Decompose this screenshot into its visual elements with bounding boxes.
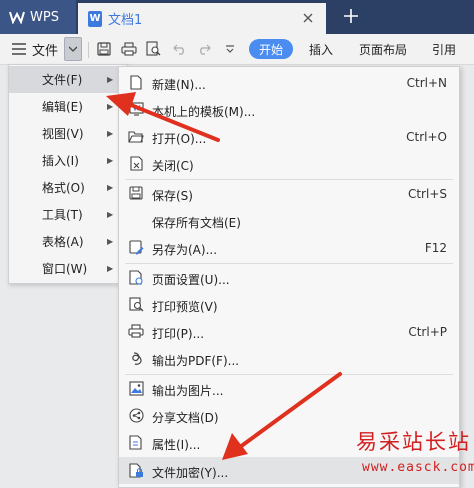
menu-item-save-all[interactable]: 保存所有文档(E) [119, 207, 459, 234]
menu-item-label: 保存(S) [152, 189, 193, 203]
main-menu-item-insert[interactable]: 插入(I) ▶ [9, 147, 127, 174]
menu-item-label: 本机上的模板(M)... [152, 105, 256, 119]
submenu-arrow-icon: ▶ [107, 156, 114, 165]
save-icon [128, 185, 144, 201]
menu-item-local-templates[interactable]: 本机上的模板(M)... [119, 96, 459, 123]
tab-start[interactable]: 开始 [249, 39, 293, 59]
menu-item-label: 输出为图片... [152, 384, 224, 398]
main-menu-item-file[interactable]: 文件(F) ▶ [9, 66, 127, 93]
quick-toolbar: 文件 开始 插入 页面布局 引用 [0, 34, 474, 65]
submenu-arrow-icon: ▶ [107, 210, 114, 219]
template-icon [128, 101, 144, 117]
tab-wps-label: WPS [30, 9, 59, 25]
tab-page-layout[interactable]: 页面布局 [359, 41, 407, 58]
menu-item-label: 页面设置(U)... [152, 273, 230, 287]
main-menu-item-format[interactable]: 格式(O) ▶ [9, 174, 127, 201]
menu-item-label: 打印预览(V) [152, 300, 218, 314]
main-menu: 文件(F) ▶ 编辑(E) ▶ 视图(V) ▶ 插入(I) ▶ 格式(O) ▶ 工具(T)… [8, 64, 128, 284]
close-doc-icon [128, 155, 144, 171]
menu-item-shortcut: Ctrl+P [408, 325, 447, 339]
redo-icon[interactable] [196, 41, 212, 57]
submenu-arrow-icon: ▶ [107, 237, 114, 246]
menu-item-label: 保存所有文档(E) [152, 216, 241, 230]
main-menu-item-table[interactable]: 表格(A) ▶ [9, 228, 127, 255]
submenu-arrow-icon: ▶ [107, 264, 114, 273]
menu-item-label: 输出为PDF(F)... [152, 354, 240, 368]
main-menu-item-label: 窗口(W) [42, 262, 88, 276]
menu-dropdown-caret-icon[interactable] [64, 37, 82, 61]
menu-item-shortcut: F12 [424, 241, 447, 255]
wps-logo-icon [9, 9, 25, 25]
menu-item-print-preview[interactable]: 打印预览(V) [119, 291, 459, 318]
menu-item-close[interactable]: 关闭(C) [119, 150, 459, 177]
main-menu-item-label: 插入(I) [42, 154, 79, 168]
close-tab-icon[interactable] [300, 10, 316, 26]
menu-item-label: 打开(O)... [152, 132, 207, 146]
watermark-title: 易采站长站 [356, 430, 471, 454]
menu-item-label: 关闭(C) [152, 159, 194, 173]
menu-item-label: 属性(I)... [152, 438, 201, 452]
customize-chevron-icon[interactable] [222, 41, 238, 57]
menu-item-print[interactable]: 打印(P)... Ctrl+P [119, 318, 459, 345]
file-menu-button[interactable]: 文件 [12, 40, 59, 59]
print-preview-icon[interactable] [146, 41, 162, 57]
tab-wps-home[interactable]: WPS [0, 0, 76, 34]
open-folder-icon [128, 128, 144, 144]
new-tab-plus-icon[interactable] [340, 5, 362, 27]
main-menu-item-label: 表格(A) [42, 235, 84, 249]
menu-item-label: 另存为(A)... [152, 243, 218, 257]
undo-icon[interactable] [172, 41, 188, 57]
menu-item-page-setup[interactable]: 页面设置(U)... [119, 264, 459, 291]
menu-item-label: 新建(N)... [152, 78, 206, 92]
tab-document[interactable]: W 文档1 [78, 3, 326, 34]
main-menu-item-label: 格式(O) [42, 181, 85, 195]
menu-item-shortcut: Ctrl+N [406, 76, 447, 90]
menu-item-label: 分享文档(D) [152, 411, 219, 425]
main-menu-item-edit[interactable]: 编辑(E) ▶ [9, 93, 127, 120]
submenu-arrow-icon: ▶ [107, 102, 114, 111]
submenu-arrow-icon: ▶ [107, 129, 114, 138]
print-icon[interactable] [121, 41, 137, 57]
main-menu-item-tools[interactable]: 工具(T) ▶ [9, 201, 127, 228]
title-tab-bar: WPS W 文档1 [0, 0, 474, 34]
main-menu-item-label: 文件(F) [42, 73, 83, 87]
tab-references[interactable]: 引用 [432, 41, 456, 58]
main-menu-item-label: 工具(T) [42, 208, 83, 222]
save-as-icon [128, 239, 144, 255]
submenu-arrow-icon: ▶ [107, 183, 114, 192]
watermark-url: www.easck.com [362, 460, 474, 475]
tab-document-label: 文档1 [108, 13, 143, 28]
save-icon[interactable] [96, 41, 112, 57]
file-menu-label: 文件 [32, 43, 59, 59]
toolbar-divider [88, 42, 89, 58]
hamburger-icon [12, 43, 26, 55]
print-preview-icon [128, 296, 144, 312]
tab-insert[interactable]: 插入 [309, 41, 333, 58]
image-export-icon [128, 380, 144, 396]
menu-item-save[interactable]: 保存(S) Ctrl+S [119, 180, 459, 207]
print-icon [128, 323, 144, 339]
properties-icon [128, 434, 144, 450]
main-menu-item-label: 视图(V) [42, 127, 84, 141]
menu-item-shortcut: Ctrl+O [406, 130, 447, 144]
menu-item-save-as[interactable]: 另存为(A)... F12 [119, 234, 459, 261]
menu-item-export-pdf[interactable]: 输出为PDF(F)... [119, 345, 459, 372]
menu-item-shortcut: Ctrl+S [407, 187, 447, 201]
menu-item-label: 文件加密(Y)... [152, 466, 229, 480]
encrypt-icon [128, 462, 144, 478]
new-doc-icon [128, 74, 144, 90]
menu-item-label: 打印(P)... [152, 327, 205, 341]
main-menu-item-label: 编辑(E) [42, 100, 83, 114]
main-menu-item-window[interactable]: 窗口(W) ▶ [9, 255, 127, 282]
site-watermark: 易采站长站 www.easck.com [352, 424, 474, 483]
submenu-arrow-icon: ▶ [107, 75, 114, 84]
pdf-export-icon [128, 350, 144, 366]
menu-item-export-image[interactable]: 输出为图片... [119, 375, 459, 402]
menu-item-open[interactable]: 打开(O)... Ctrl+O [119, 123, 459, 150]
menu-item-new[interactable]: 新建(N)... Ctrl+N [119, 69, 459, 96]
page-setup-icon [128, 269, 144, 285]
writer-doc-icon: W [88, 10, 102, 27]
main-menu-item-view[interactable]: 视图(V) ▶ [9, 120, 127, 147]
share-icon [128, 407, 144, 423]
